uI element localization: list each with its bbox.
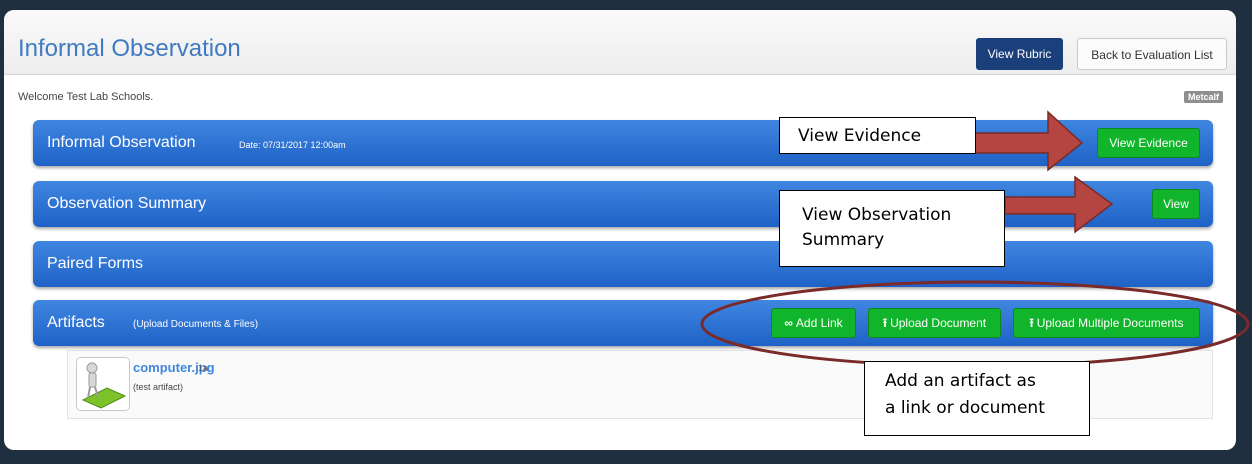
arrow-to-view-summary [1004, 175, 1114, 234]
callout-view-evidence-text: View Evidence [798, 126, 922, 146]
callout-artifact-line2: a link or document [885, 398, 1045, 418]
arrow-to-view-evidence [974, 110, 1084, 172]
callout-summary-line2: Summary [802, 230, 885, 250]
callout-summary-line1: View Observation [802, 205, 952, 225]
callout-artifact-line1: Add an artifact as [885, 371, 1036, 391]
artifact-buttons-highlight [700, 280, 1250, 368]
callout-view-observation-summary: View Observation Summary [779, 190, 1005, 267]
callout-view-evidence: View Evidence [779, 117, 976, 154]
callout-add-artifact: Add an artifact as a link or document [864, 361, 1090, 436]
